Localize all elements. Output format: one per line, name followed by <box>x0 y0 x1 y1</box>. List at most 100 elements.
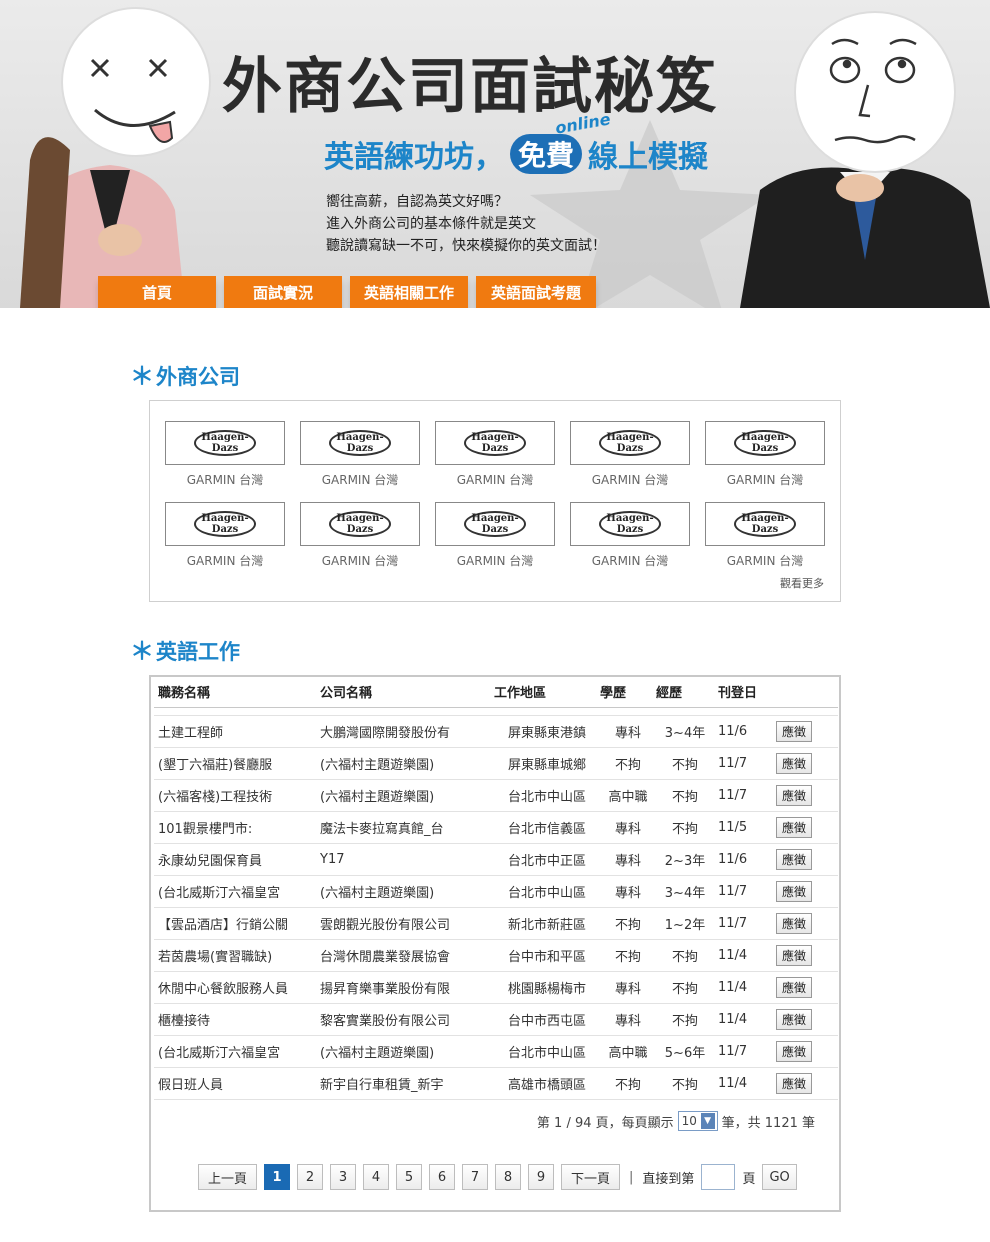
page-button[interactable]: 5 <box>396 1164 423 1190</box>
company-logo: Häagen-Dazs <box>705 421 825 465</box>
job-experience: 2~3年 <box>656 843 714 876</box>
job-row: 土建工程師 大鵬灣國際開發股份有 屏東縣東港鎮 專科 3~4年 11/6 應徵 <box>154 715 838 748</box>
page-button[interactable]: 1 <box>264 1164 291 1190</box>
apply-cell: 應徵 <box>772 1003 838 1036</box>
job-location: 台北市中正區 <box>494 843 600 876</box>
man-with-mask-illustration <box>740 11 990 308</box>
page-button[interactable]: 2 <box>297 1164 324 1190</box>
company-logo: Häagen-Dazs <box>435 502 555 546</box>
company-logo: Häagen-Dazs <box>435 421 555 465</box>
apply-button[interactable]: 應徵 <box>776 976 813 998</box>
job-education: 專科 <box>600 843 656 876</box>
more-companies-link[interactable]: 觀看更多 <box>780 575 824 591</box>
page-button[interactable]: 8 <box>495 1164 522 1190</box>
apply-cell: 應徵 <box>772 1067 838 1100</box>
apply-cell: 應徵 <box>772 939 838 972</box>
company-link[interactable]: 揚昇育樂事業股份有限 <box>316 971 494 1004</box>
job-title-link[interactable]: 【雲品酒店】行銷公關 <box>154 907 316 940</box>
apply-button[interactable]: 應徵 <box>776 816 813 838</box>
apply-button[interactable]: 應徵 <box>776 1008 813 1030</box>
goto-page-input[interactable] <box>701 1164 736 1190</box>
next-page-button[interactable]: 下一頁 <box>561 1164 621 1190</box>
apply-cell: 應徵 <box>772 907 838 940</box>
company-logo-mark: Häagen-Dazs <box>734 511 796 537</box>
nav-interview-questions[interactable]: 英語面試考題 <box>476 276 596 308</box>
goto-label: 直接到第 <box>642 1171 695 1187</box>
nav-home[interactable]: 首頁 <box>98 276 216 308</box>
job-title-link[interactable]: (墾丁六福莊)餐廳服 <box>154 747 316 780</box>
job-location: 台中市和平區 <box>494 939 600 972</box>
job-location: 屏東縣車城鄉 <box>494 747 600 780</box>
company-link[interactable]: Y17 <box>316 843 494 876</box>
apply-button[interactable]: 應徵 <box>776 880 813 902</box>
job-title-link[interactable]: 土建工程師 <box>154 715 316 748</box>
job-education: 專科 <box>600 971 656 1004</box>
company-link[interactable]: 魔法卡麥拉寫真館_台 <box>316 811 494 844</box>
apply-button[interactable]: 應徵 <box>776 752 813 774</box>
apply-button[interactable]: 應徵 <box>776 1072 813 1094</box>
apply-button[interactable]: 應徵 <box>776 912 813 934</box>
company-name: GARMIN 台灣 <box>186 473 264 487</box>
nav-english-jobs[interactable]: 英語相關工作 <box>350 276 468 308</box>
apply-button[interactable]: 應徵 <box>776 784 813 806</box>
company-card[interactable]: Häagen-Dazs GARMIN 台灣 <box>570 502 690 569</box>
per-page-value: 10 <box>681 1114 697 1128</box>
company-card[interactable]: Häagen-Dazs GARMIN 台灣 <box>570 421 690 488</box>
page-button[interactable]: 9 <box>528 1164 555 1190</box>
job-post-date: 11/7 <box>714 779 772 812</box>
job-row: (六福客棧)工程技術 (六福村主題遊樂園) 台北市中山區 高中職 不拘 11/7 應徵 <box>154 779 838 812</box>
company-card[interactable]: Häagen-Dazs GARMIN 台灣 <box>300 502 420 569</box>
company-link[interactable]: (六福村主題遊樂園) <box>316 875 494 908</box>
company-link[interactable]: 台灣休閒農業發展協會 <box>316 939 494 972</box>
apply-button[interactable]: 應徵 <box>776 720 813 742</box>
apply-button[interactable]: 應徵 <box>776 944 813 966</box>
job-location: 台北市中山區 <box>494 875 600 908</box>
apply-button[interactable]: 應徵 <box>776 1040 813 1062</box>
job-title-link[interactable]: 休閒中心餐飲服務人員 <box>154 971 316 1004</box>
job-title-link[interactable]: 假日班人員 <box>154 1067 316 1100</box>
company-logo: Häagen-Dazs <box>165 421 285 465</box>
companies-title-text: 外商公司 <box>156 365 240 389</box>
nav-interview-live[interactable]: 面試實況 <box>224 276 342 308</box>
apply-button[interactable]: 應徵 <box>776 848 813 870</box>
company-link[interactable]: 雲朗觀光股份有限公司 <box>316 907 494 940</box>
job-title-link[interactable]: 若茵農場(實習職缺) <box>154 939 316 972</box>
company-card[interactable]: Häagen-Dazs GARMIN 台灣 <box>165 421 285 488</box>
apply-cell: 應徵 <box>772 747 838 780</box>
company-logo-mark: Häagen-Dazs <box>464 511 526 537</box>
prev-page-button[interactable]: 上一頁 <box>198 1164 258 1190</box>
company-link[interactable]: 新宇自行車租賃_新宇 <box>316 1067 494 1100</box>
company-link[interactable]: 大鵬灣國際開發股份有 <box>316 715 494 748</box>
company-card[interactable]: Häagen-Dazs GARMIN 台灣 <box>435 421 555 488</box>
page-button[interactable]: 3 <box>330 1164 357 1190</box>
company-logo-mark: Häagen-Dazs <box>329 430 391 456</box>
company-link[interactable]: (六福村主題遊樂園) <box>316 747 494 780</box>
company-card[interactable]: Häagen-Dazs GARMIN 台灣 <box>165 502 285 569</box>
per-page-select[interactable]: 10 ▼ <box>677 1111 718 1131</box>
company-card[interactable]: Häagen-Dazs GARMIN 台灣 <box>705 421 825 488</box>
job-location: 高雄市橋頭區 <box>494 1067 600 1100</box>
job-title-link[interactable]: (六福客棧)工程技術 <box>154 779 316 812</box>
company-card[interactable]: Häagen-Dazs GARMIN 台灣 <box>300 421 420 488</box>
page-button[interactable]: 6 <box>429 1164 456 1190</box>
job-title-link[interactable]: (台北威斯汀六福皇宮 <box>154 875 316 908</box>
company-card[interactable]: Häagen-Dazs GARMIN 台灣 <box>435 502 555 569</box>
job-row: 【雲品酒店】行銷公關 雲朗觀光股份有限公司 新北市新莊區 不拘 1~2年 11/7 應徵 <box>154 907 838 940</box>
page-button[interactable]: 4 <box>363 1164 390 1190</box>
page-button[interactable]: 7 <box>462 1164 489 1190</box>
company-link[interactable]: 黎客實業股份有限公司 <box>316 1003 494 1036</box>
job-title-link[interactable]: 櫃檯接待 <box>154 1003 316 1036</box>
company-card[interactable]: Häagen-Dazs GARMIN 台灣 <box>705 502 825 569</box>
job-row: 假日班人員 新宇自行車租賃_新宇 高雄市橋頭區 不拘 不拘 11/4 應徵 <box>154 1067 838 1100</box>
company-name: GARMIN 台灣 <box>456 473 534 487</box>
job-title-link[interactable]: 永康幼兒園保育員 <box>154 843 316 876</box>
job-title-link[interactable]: (台北威斯汀六福皇宮 <box>154 1035 316 1068</box>
go-button[interactable]: GO <box>762 1164 797 1190</box>
job-education: 專科 <box>600 875 656 908</box>
job-post-date: 11/7 <box>714 907 772 940</box>
job-title-link[interactable]: 101觀景樓門市: <box>154 811 316 844</box>
company-link[interactable]: (六福村主題遊樂園) <box>316 1035 494 1068</box>
pager-separator: | <box>629 1169 634 1185</box>
company-link[interactable]: (六福村主題遊樂園) <box>316 779 494 812</box>
job-location: 桃園縣楊梅市 <box>494 971 600 1004</box>
